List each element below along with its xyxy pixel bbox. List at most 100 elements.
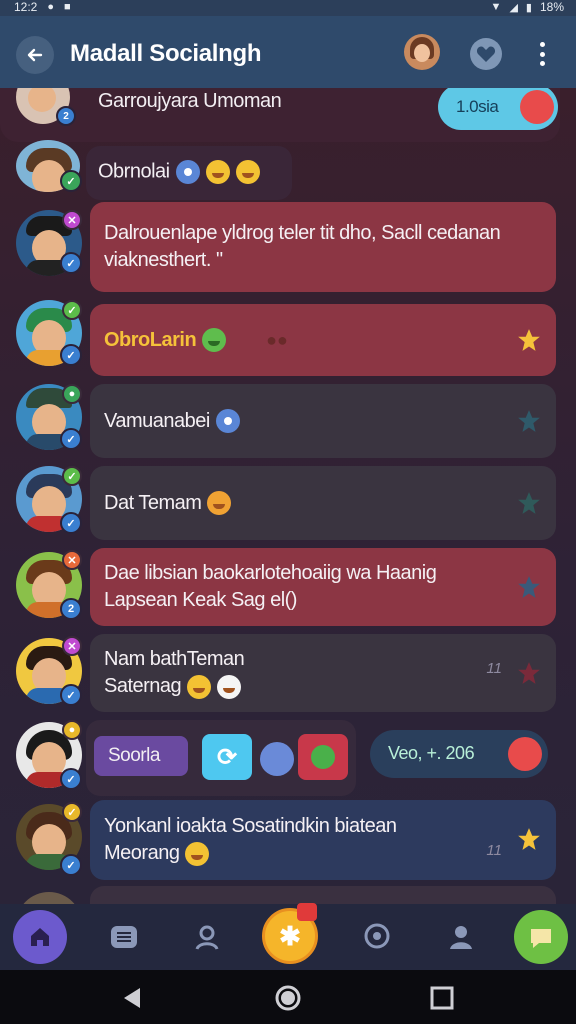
chat-row[interactable]: ● ✓ Soorla ⟳ Veo, +. 206 [0, 720, 576, 796]
battery-icon: ▮ [525, 1, 532, 14]
notification-icon: ● [47, 1, 55, 13]
status-badge: ✕ [62, 636, 82, 656]
tag-label: Soorla [108, 745, 160, 766]
chat-bubble[interactable]: Dat Temam [90, 466, 556, 540]
star-icon[interactable] [516, 660, 542, 686]
chat-bubble[interactable]: Dalrouenlape yldrog teler tit dho, Sacll… [90, 202, 556, 292]
status-badge: ✕ [62, 210, 82, 230]
status-bar: 12:2 ● ■ ▼ ◢ ▮ 18% [0, 0, 576, 16]
nav-profile[interactable] [434, 910, 488, 964]
chat-row[interactable]: 2 Garroujyara Umoman 1.0sia [0, 88, 576, 146]
nav-more[interactable] [514, 910, 568, 964]
leaf-button[interactable] [298, 734, 348, 780]
chat-row[interactable]: ✓ ✓ Dat Temam [0, 466, 576, 542]
signal-icon: ◢ [509, 1, 518, 14]
status-pill[interactable]: 1.0sia [438, 88, 558, 130]
swirl-button[interactable]: ⟳ [202, 734, 252, 780]
dot-icon [539, 61, 545, 66]
count-badge: 2 [60, 598, 82, 620]
chat-row[interactable]: ✓ Obrnolai [0, 140, 576, 202]
bottom-nav: ✱ [0, 903, 576, 970]
overflow-menu-button[interactable] [532, 38, 552, 70]
list-icon [111, 926, 137, 948]
message-text: Dalrouenlape yldrog teler tit dho, Sacll… [104, 222, 501, 271]
status-badge: ✓ [62, 466, 82, 486]
star-icon[interactable] [516, 574, 542, 600]
swirl-icon: ⟳ [216, 743, 238, 771]
nav-favorites[interactable]: ✱ [262, 903, 318, 964]
smile-emoji-icon [205, 160, 230, 184]
battery-level: 18% [539, 0, 564, 14]
chat-row[interactable] [0, 886, 576, 904]
emoji-icon [217, 674, 242, 699]
emoji-icon [215, 409, 240, 433]
verified-badge: ✓ [60, 344, 82, 366]
smile-emoji-icon [185, 841, 210, 866]
status-badge: ● [62, 720, 82, 740]
chat-bubble[interactable]: ObroLarin ●● [90, 304, 556, 376]
message-text: Dat Temam [104, 491, 202, 514]
star-icon[interactable] [516, 826, 542, 852]
chat-title: Garroujyara Umoman [98, 90, 282, 112]
chat-bubble[interactable]: Vamuanabei [90, 384, 556, 458]
nav-contacts[interactable] [181, 910, 235, 964]
contact-pill[interactable]: Veo, +. 206 [370, 730, 548, 778]
pin-icon: ✱ [279, 920, 301, 951]
status-badge: ● [62, 384, 82, 404]
back-button[interactable] [16, 36, 54, 74]
verified-badge: ✓ [60, 768, 82, 790]
system-nav-bar [0, 970, 576, 1024]
notification-badge [297, 903, 317, 921]
chat-list[interactable]: 2 Garroujyara Umoman 1.0sia ✓ Obrnolai ✕… [0, 88, 576, 904]
profile-icon [450, 926, 472, 949]
status-badge: ✓ [62, 300, 82, 320]
profile-avatar[interactable] [404, 34, 440, 70]
star-icon[interactable] [516, 408, 542, 434]
nav-list[interactable] [97, 910, 151, 964]
tag-chip[interactable]: Soorla [94, 736, 188, 776]
star-icon[interactable] [516, 490, 542, 516]
home-nav-icon[interactable] [274, 984, 302, 1012]
pill-label: 1.0sia [456, 97, 499, 116]
chat-bubble[interactable]: Yonkanl ioakta Sosatindkin biatean Meora… [90, 800, 556, 880]
contact-avatar-icon [508, 737, 542, 771]
chat-row[interactable]: ● ✓ Vamuanabei [0, 384, 576, 460]
leaf-icon [311, 745, 335, 769]
recents-nav-icon[interactable] [428, 984, 456, 1012]
favorite-button[interactable] [470, 38, 502, 70]
arrow-left-icon [27, 48, 43, 62]
status-badge: 2 [56, 106, 76, 126]
chat-row[interactable]: ✕ ✓ Nam bathTeman Saternag 11 [0, 634, 576, 714]
chat-bubble[interactable] [90, 886, 556, 904]
verified-badge: ✓ [60, 512, 82, 534]
verified-badge: ✓ [60, 252, 82, 274]
chat-row[interactable]: ✕ 2 Dae libsian baokarlotehoaiig wa Haan… [0, 548, 576, 628]
smile-emoji-icon [187, 674, 212, 699]
heart-icon [476, 46, 496, 62]
nav-chat[interactable] [350, 910, 404, 964]
contacts-icon [195, 925, 219, 950]
grin-emoji-icon [235, 160, 260, 184]
dot-icon [539, 51, 545, 57]
message-text: Yonkanl ioakta Sosatindkin biatean Meora… [104, 813, 434, 867]
message-count: 11 [486, 842, 502, 859]
message-text: Dae libsian baokarlotehoaiig wa Haanig L… [104, 562, 437, 611]
nav-home[interactable] [13, 910, 67, 964]
chat-row[interactable]: ✓ ✓ ObroLarin ●● [0, 300, 576, 378]
message-count: 11 [486, 660, 502, 677]
home-icon [31, 928, 49, 946]
chat-bubble[interactable]: Nam bathTeman Saternag 11 [90, 634, 556, 712]
message-text-line: Yonkanl ioakta Sosatindkin biatean Meora… [104, 815, 397, 864]
chat-row[interactable]: ✓ ✓ Yonkanl ioakta Sosatindkin biatean M… [0, 800, 576, 880]
back-nav-icon[interactable] [118, 984, 146, 1012]
chat-bubble[interactable]: Dae libsian baokarlotehoaiig wa Haanig L… [90, 548, 556, 626]
message-text: ObroLarin [104, 328, 197, 351]
dot-icon [539, 42, 545, 47]
chat-row[interactable]: ✕ ✓ Dalrouenlape yldrog teler tit dho, S… [0, 202, 576, 294]
bubble-button[interactable] [260, 742, 294, 776]
star-icon[interactable] [516, 327, 542, 353]
app-title: Madall Socialngh [70, 40, 262, 67]
verified-badge: ✓ [60, 684, 82, 706]
status-badge: ✓ [62, 802, 82, 822]
chat-text: Obrnolai [98, 160, 260, 184]
